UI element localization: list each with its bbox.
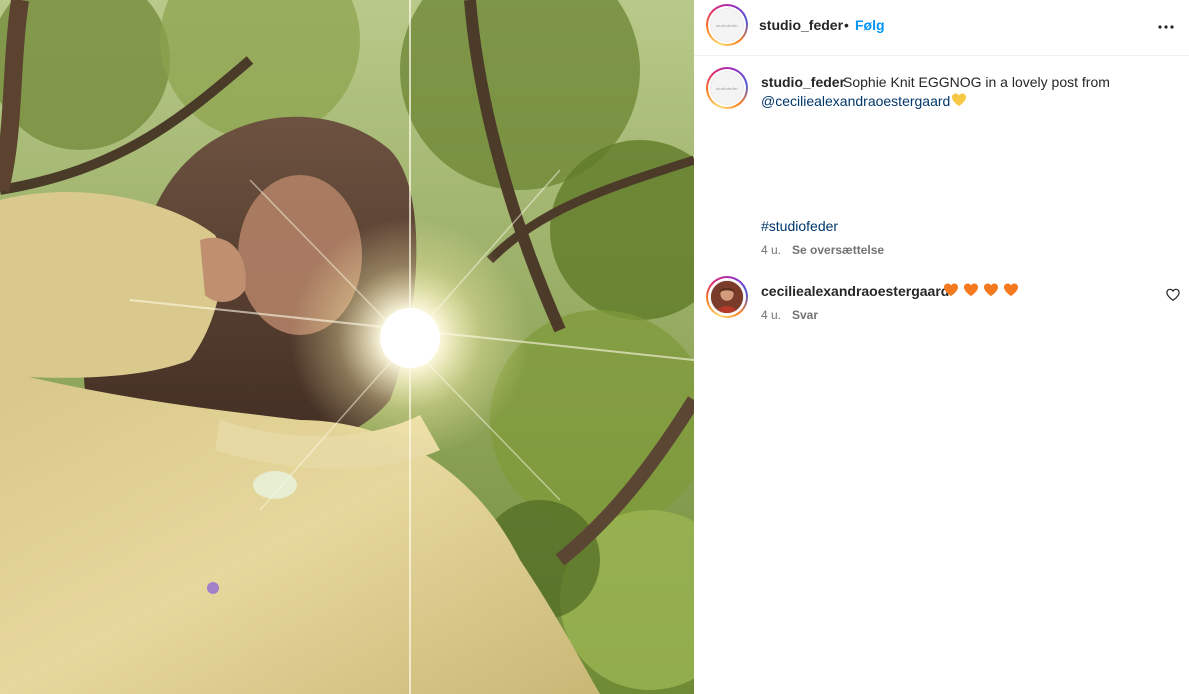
studio-feder-logo: studiofeder (710, 71, 744, 105)
yellow-heart-icon (951, 92, 967, 108)
caption-text: Sophie Knit EGGNOG in a lovely post from (843, 74, 1110, 90)
author-avatar[interactable]: studiofeder (706, 4, 748, 46)
header-username[interactable]: studio_feder (759, 17, 843, 33)
caption-username[interactable]: studio_feder (761, 74, 845, 90)
more-options-icon[interactable] (1155, 16, 1177, 38)
photo-illustration (0, 0, 694, 694)
post-side-panel: studiofeder studio_feder • Følg studiofe… (694, 0, 1189, 694)
hashtag-link[interactable]: #studiofeder (761, 218, 838, 234)
heart-outline-icon[interactable] (1166, 288, 1180, 302)
reply-button[interactable]: Svar (792, 308, 818, 322)
comment-username[interactable]: ceciliealexandraoestergaard (761, 283, 949, 299)
comment-emojis (943, 282, 1019, 298)
comment-timestamp[interactable]: 4 u. (761, 308, 781, 322)
caption-mention-link[interactable]: @ceciliealexandraoestergaard (761, 93, 950, 109)
commenter-avatar[interactable] (706, 276, 748, 318)
logo-text: studiofeder (716, 22, 738, 28)
studio-feder-logo: studiofeder (710, 8, 744, 42)
translate-button[interactable]: Se oversættelse (792, 243, 884, 257)
caption-avatar[interactable]: studiofeder (706, 67, 748, 109)
instagram-post: studiofeder studio_feder • Følg studiofe… (0, 0, 1189, 694)
orange-heart-icon (944, 283, 958, 296)
follow-button[interactable]: Følg (855, 17, 885, 33)
caption-timestamp[interactable]: 4 u. (761, 243, 781, 257)
orange-heart-icon (984, 283, 998, 296)
header-separator: • (844, 17, 849, 33)
commenter-photo (710, 280, 744, 314)
logo-text: studiofeder (716, 85, 738, 91)
post-photo[interactable] (0, 0, 694, 694)
orange-heart-icon (1004, 283, 1018, 296)
orange-heart-icon (964, 283, 978, 296)
post-header: studiofeder studio_feder • Følg (694, 0, 1189, 56)
